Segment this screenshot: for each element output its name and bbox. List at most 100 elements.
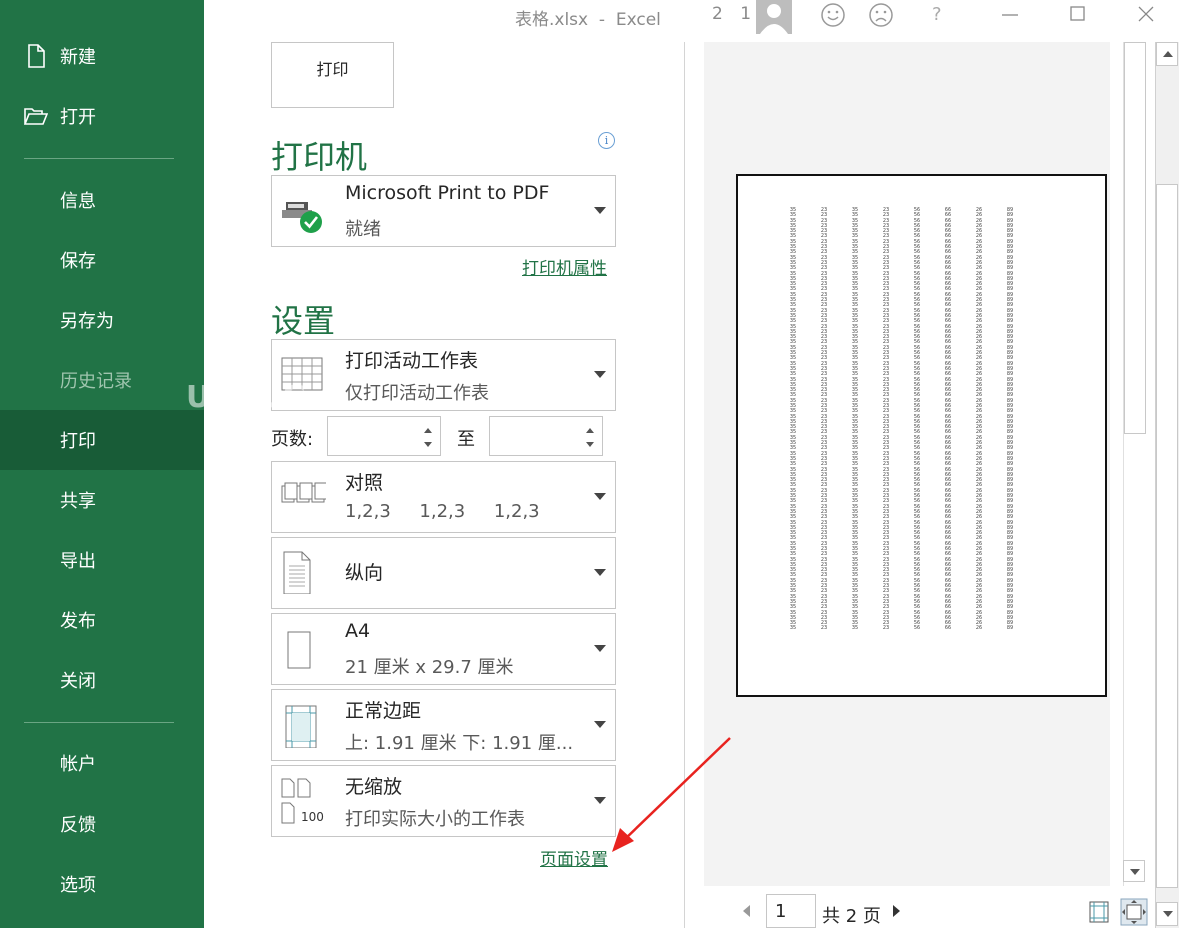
prev-page-icon[interactable]: [743, 905, 750, 917]
nav-history-label: 历史记录: [60, 371, 132, 392]
maximize-icon[interactable]: [1068, 4, 1088, 24]
margins-title: 正常边距: [345, 700, 422, 722]
nav-print[interactable]: 打印: [0, 410, 204, 470]
zoom-to-page-icon[interactable]: [1120, 898, 1148, 926]
close-icon[interactable]: [1136, 4, 1156, 24]
nav-open[interactable]: 打开: [0, 86, 204, 146]
print-button[interactable]: 打印: [271, 42, 394, 108]
backstage-nav: 新建 打开 信息 保存 另存为 历史记录 打印 共享 导出 发布 关闭 帐户 反…: [0, 0, 204, 928]
page-to-spinner[interactable]: [489, 416, 603, 456]
orientation-dropdown[interactable]: 纵向: [271, 537, 616, 609]
user-avatar-icon[interactable]: [756, 0, 792, 34]
spin-up-icon[interactable]: [424, 428, 432, 433]
scaling-desc: 打印实际大小的工作表: [345, 809, 525, 830]
preview-column-0: 35 35 35 35 35 35 35 35 35 35 35 35 35 3…: [789, 207, 797, 632]
nav-share-label: 共享: [60, 491, 96, 512]
help-icon[interactable]: ?: [932, 4, 942, 25]
nav-close[interactable]: 关闭: [0, 650, 204, 710]
outer-scroll-down-button[interactable]: [1156, 902, 1178, 926]
pages-label: 页数:: [271, 429, 314, 450]
nav-close-label: 关闭: [60, 671, 96, 692]
nav-feedback[interactable]: 反馈: [0, 794, 204, 854]
preview-scroll-thumb[interactable]: [1124, 42, 1146, 434]
page-from-spinner[interactable]: [327, 416, 441, 456]
nav-account-label: 帐户: [60, 754, 96, 775]
preview-column-3: 23 23 23 23 23 23 23 23 23 23 23 23 23 2…: [882, 207, 890, 632]
nav-share[interactable]: 共享: [0, 470, 204, 530]
collation-desc: 1,2,3 1,2,3 1,2,3: [345, 501, 540, 522]
open-folder-icon: [24, 108, 48, 125]
minimize-icon[interactable]: [1000, 4, 1020, 24]
chevron-down-icon: [594, 645, 606, 652]
print-scope-title: 打印活动工作表: [345, 350, 479, 372]
preview-column-7: 89 89 89 89 89 89 89 89 89 89 89 89 89 8…: [1006, 207, 1014, 632]
next-page-icon[interactable]: [893, 905, 900, 917]
chevron-down-icon: [594, 569, 606, 576]
nav-publish[interactable]: 发布: [0, 590, 204, 650]
preview-page: 35 35 35 35 35 35 35 35 35 35 35 35 35 3…: [736, 174, 1107, 697]
scaling-dropdown[interactable]: 100 无缩放 打印实际大小的工作表: [271, 765, 616, 837]
nav-print-label: 打印: [60, 431, 96, 452]
preview-scroll-down-button[interactable]: [1123, 860, 1145, 882]
nav-open-label: 打开: [60, 107, 96, 128]
printer-ready-icon: [282, 202, 322, 233]
printer-properties-link[interactable]: 打印机属性: [522, 254, 607, 279]
paper-size-icon: [287, 631, 311, 669]
collated-pages-icon: [281, 482, 326, 503]
info-icon[interactable]: i: [598, 132, 615, 149]
show-margins-icon[interactable]: [1088, 900, 1110, 924]
orientation-title: 纵向: [345, 562, 384, 584]
nav-account[interactable]: 帐户: [0, 733, 204, 793]
nav-save[interactable]: 保存: [0, 230, 204, 290]
spin-up-icon[interactable]: [586, 428, 594, 433]
printer-status: 就绪: [345, 219, 381, 240]
settings-section-title: 设置: [271, 302, 336, 340]
collation-dropdown[interactable]: 对照 1,2,3 1,2,3 1,2,3: [271, 461, 616, 533]
nav-info[interactable]: 信息: [0, 170, 204, 230]
arrow-down-icon: [1130, 869, 1140, 875]
nav-save-label: 保存: [60, 251, 96, 272]
page-range-row: 页数: 至: [271, 416, 616, 456]
smile-feedback-icon[interactable]: [820, 2, 846, 28]
collation-title: 对照: [345, 472, 384, 494]
printer-section-title: 打印机: [271, 138, 368, 176]
total-pages-label: 共 2 页: [822, 906, 881, 927]
chevron-down-icon: [594, 371, 606, 378]
window-title: 表格.xlsx - Excel: [515, 10, 661, 30]
printer-dropdown[interactable]: Microsoft Print to PDF 就绪: [271, 175, 616, 247]
outer-scroll-thumb[interactable]: [1156, 184, 1178, 888]
outer-scroll-up-button[interactable]: [1156, 42, 1178, 66]
paper-size-desc: 21 厘米 x 29.7 厘米: [345, 657, 514, 678]
chevron-down-icon: [594, 493, 606, 500]
nav-save-as[interactable]: 另存为: [0, 290, 204, 350]
print-button-label: 打印: [316, 60, 349, 79]
margins-desc: 上: 1.91 厘米 下: 1.91 厘...: [345, 733, 574, 754]
nav-feedback-label: 反馈: [60, 815, 96, 836]
arrow-down-icon: [1163, 911, 1173, 917]
nav-save-as-label: 另存为: [60, 311, 114, 332]
portrait-page-icon: [283, 551, 311, 594]
nav-divider: [24, 158, 174, 159]
page-setup-link[interactable]: 页面设置: [540, 845, 608, 870]
spin-down-icon[interactable]: [424, 442, 432, 447]
nav-info-label: 信息: [60, 191, 96, 212]
nav-options[interactable]: 选项: [0, 854, 204, 914]
nav-divider: [24, 722, 174, 723]
current-page-input[interactable]: 1: [766, 894, 816, 928]
to-label: 至: [457, 429, 475, 450]
annotation-arrow: [612, 737, 731, 852]
nav-new[interactable]: 新建: [0, 26, 204, 86]
nav-export-label: 导出: [60, 551, 96, 572]
preview-column-1: 23 23 23 23 23 23 23 23 23 23 23 23 23 2…: [820, 207, 828, 632]
nav-new-label: 新建: [60, 47, 96, 68]
print-scope-dropdown[interactable]: 打印活动工作表 仅打印活动工作表: [271, 339, 616, 411]
paper-size-dropdown[interactable]: A4 21 厘米 x 29.7 厘米: [271, 613, 616, 685]
spin-down-icon[interactable]: [586, 442, 594, 447]
margins-dropdown[interactable]: 正常边距 上: 1.91 厘米 下: 1.91 厘...: [271, 689, 616, 761]
nav-export[interactable]: 导出: [0, 530, 204, 590]
frown-feedback-icon[interactable]: [868, 2, 894, 28]
printer-name: Microsoft Print to PDF: [345, 182, 550, 204]
scaling-percent-text: 100: [301, 810, 324, 824]
preview-column-2: 35 35 35 35 35 35 35 35 35 35 35 35 35 3…: [851, 207, 859, 632]
nav-history: 历史记录: [0, 350, 204, 410]
